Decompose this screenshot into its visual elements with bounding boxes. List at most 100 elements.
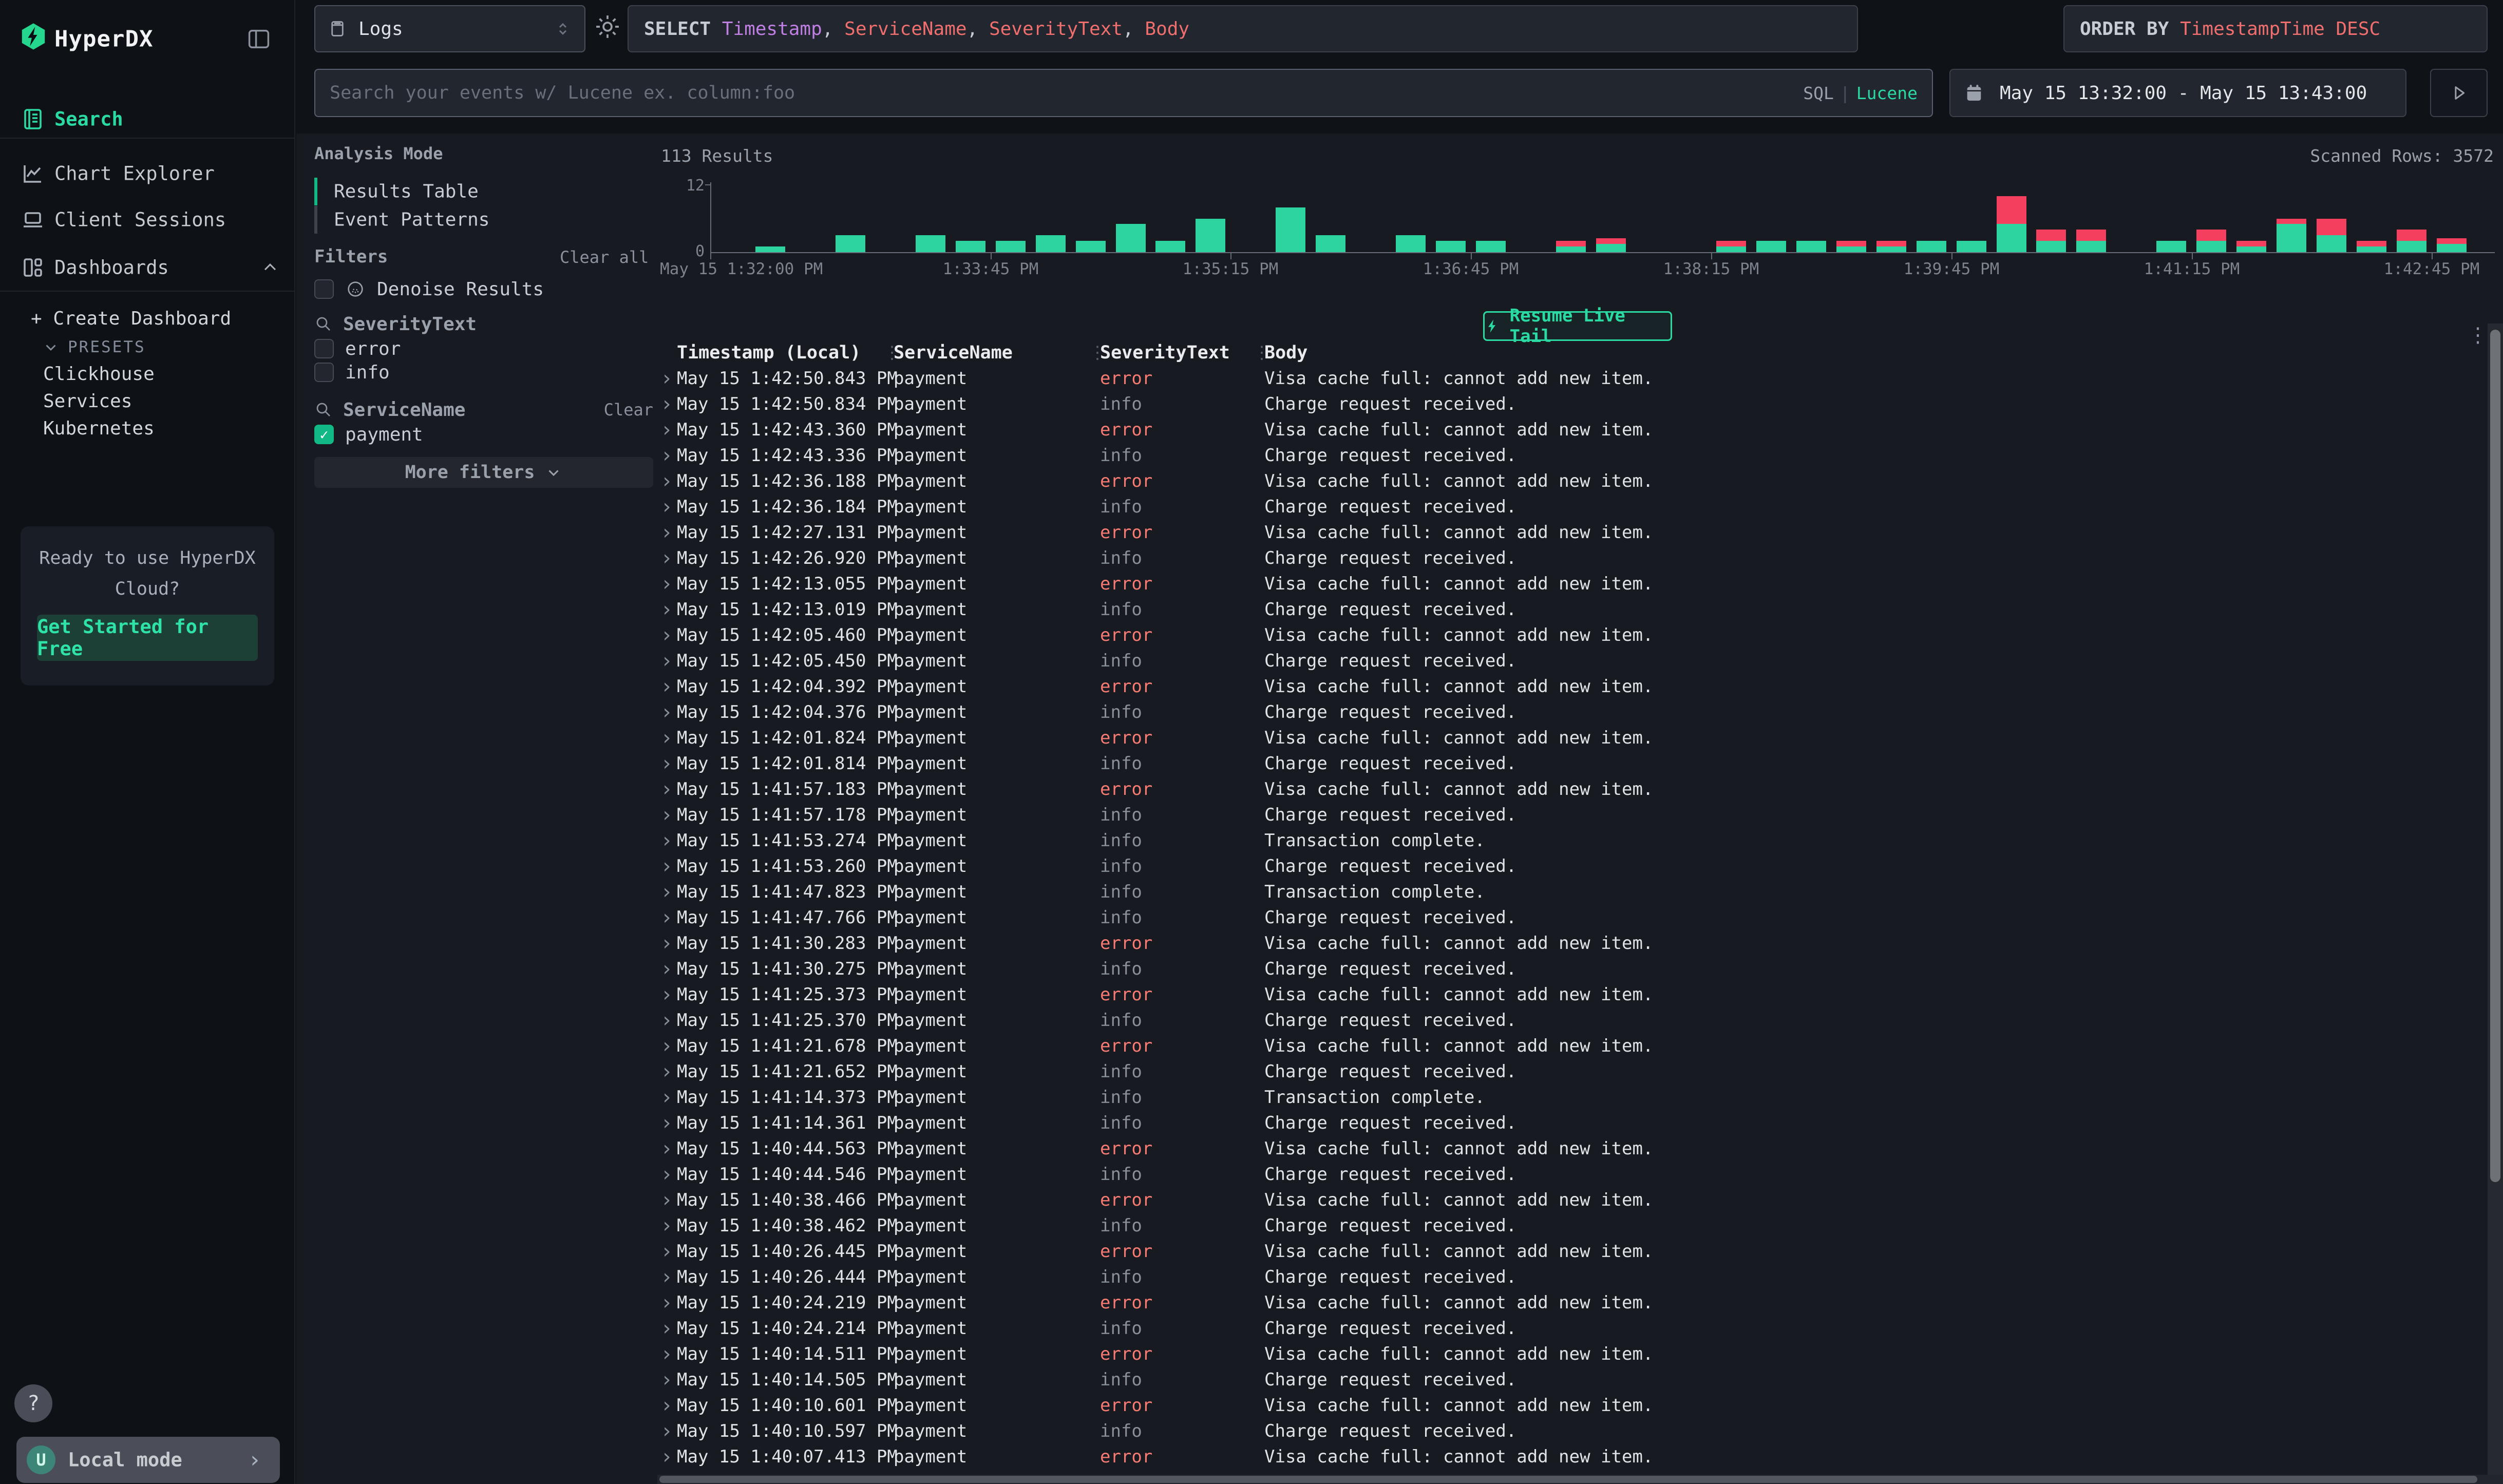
sidebar-preset-kubernetes[interactable]: Kubernetes (0, 415, 295, 442)
row-expander-icon[interactable]: › (660, 367, 673, 390)
row-expander-icon[interactable]: › (660, 418, 673, 442)
table-row[interactable]: ›May 15 1:42:27.131 PMpaymenterrorVisa c… (657, 520, 2486, 545)
row-expander-icon[interactable]: › (660, 1137, 673, 1160)
histogram-bar-green[interactable] (2437, 244, 2467, 252)
table-row[interactable]: ›May 15 1:40:26.444 PMpaymentinfoCharge … (657, 1264, 2486, 1290)
histogram-bar-red[interactable] (1997, 196, 2026, 224)
histogram-bar-red[interactable] (2317, 219, 2346, 236)
table-row[interactable]: ›May 15 1:40:07.413 PMpaymenterrorVisa c… (657, 1444, 2486, 1470)
table-row[interactable]: ›May 15 1:41:57.183 PMpaymenterrorVisa c… (657, 776, 2486, 802)
row-expander-icon[interactable]: › (660, 854, 673, 878)
row-expander-icon[interactable]: › (660, 777, 673, 801)
table-row[interactable]: ›May 15 1:42:05.460 PMpaymenterrorVisa c… (657, 622, 2486, 648)
table-row[interactable]: ›May 15 1:42:13.019 PMpaymentinfoCharge … (657, 597, 2486, 622)
help-button[interactable]: ? (14, 1384, 52, 1422)
mode-toggle-lucene[interactable]: Lucene (1856, 83, 1918, 103)
row-expander-icon[interactable]: › (660, 1214, 673, 1238)
histogram-bar-red[interactable] (2196, 230, 2226, 241)
row-expander-icon[interactable]: › (660, 983, 673, 1006)
histogram-bar-green[interactable] (996, 241, 1026, 252)
row-expander-icon[interactable]: › (660, 803, 673, 827)
table-options-kebab-icon[interactable]: ⋮ (2465, 324, 2491, 354)
histogram-bar-green[interactable] (1476, 241, 1506, 252)
histogram-bar-green[interactable] (1716, 246, 1746, 252)
row-expander-icon[interactable]: › (660, 1419, 673, 1443)
row-expander-icon[interactable]: › (660, 1086, 673, 1109)
table-row[interactable]: ›May 15 1:42:04.392 PMpaymenterrorVisa c… (657, 674, 2486, 699)
table-row[interactable]: ›May 15 1:40:44.546 PMpaymentinfoCharge … (657, 1162, 2486, 1187)
histogram-bar-green[interactable] (2196, 241, 2226, 252)
sidebar-collapse-icon[interactable] (245, 26, 272, 52)
row-expander-icon[interactable]: › (660, 829, 673, 852)
analysis-mode-results-table[interactable]: Results Table (314, 178, 643, 205)
vertical-scrollbar-thumb[interactable] (2490, 330, 2500, 1182)
histogram-bar-green[interactable] (1116, 224, 1146, 252)
table-row[interactable]: ›May 15 1:40:38.462 PMpaymentinfoCharge … (657, 1213, 2486, 1239)
histogram-bar-green[interactable] (1876, 246, 1906, 252)
table-row[interactable]: ›May 15 1:41:30.283 PMpaymenterrorVisa c… (657, 930, 2486, 956)
sidebar-item-dashboards[interactable]: Dashboards (0, 244, 295, 291)
create-dashboard-button[interactable]: + Create Dashboard (31, 306, 288, 332)
table-row[interactable]: ›May 15 1:40:14.511 PMpaymenterrorVisa c… (657, 1341, 2486, 1367)
row-expander-icon[interactable]: › (660, 880, 673, 904)
table-row[interactable]: ›May 15 1:41:25.370 PMpaymentinfoCharge … (657, 1007, 2486, 1033)
table-row[interactable]: ›May 15 1:41:25.373 PMpaymenterrorVisa c… (657, 982, 2486, 1007)
table-row[interactable]: ›May 15 1:42:01.824 PMpaymenterrorVisa c… (657, 725, 2486, 751)
sidebar-item-client-sessions[interactable]: Client Sessions (0, 196, 295, 243)
histogram-bar-red[interactable] (2397, 230, 2426, 241)
histogram-bar-green[interactable] (2397, 241, 2426, 252)
table-row[interactable]: ›May 15 1:42:36.184 PMpaymentinfoCharge … (657, 494, 2486, 520)
histogram-bar-green[interactable] (2156, 241, 2186, 252)
filter-group-clear-link[interactable]: Clear (604, 400, 653, 420)
row-expander-icon[interactable]: › (660, 649, 673, 673)
table-row[interactable]: ›May 15 1:41:21.652 PMpaymentinfoCharge … (657, 1059, 2486, 1085)
row-expander-icon[interactable]: › (660, 444, 673, 467)
table-row[interactable]: ›May 15 1:40:10.601 PMpaymenterrorVisa c… (657, 1393, 2486, 1418)
histogram-bar-red[interactable] (1596, 238, 1626, 244)
order-by-input[interactable]: ORDER BY TimestampTime DESC (2063, 5, 2488, 52)
histogram-bar-red[interactable] (1556, 241, 1586, 246)
error-checkbox[interactable] (314, 339, 334, 358)
histogram-bar-red[interactable] (2277, 219, 2306, 224)
histogram-bar-red[interactable] (2236, 241, 2266, 246)
row-expander-icon[interactable]: › (660, 700, 673, 724)
histogram-bar-red[interactable] (2036, 230, 2066, 241)
row-expander-icon[interactable]: › (660, 1188, 673, 1212)
histogram-bar-red[interactable] (1876, 241, 1906, 246)
table-row[interactable]: ›May 15 1:40:38.466 PMpaymenterrorVisa c… (657, 1187, 2486, 1213)
row-expander-icon[interactable]: › (660, 906, 673, 929)
histogram-bar-red[interactable] (1716, 241, 1746, 246)
table-row[interactable]: ›May 15 1:42:26.920 PMpaymentinfoCharge … (657, 545, 2486, 571)
histogram-bar-green[interactable] (2277, 224, 2306, 252)
row-expander-icon[interactable]: › (660, 1291, 673, 1315)
row-expander-icon[interactable]: › (660, 1368, 673, 1392)
row-expander-icon[interactable]: › (660, 572, 673, 596)
table-row[interactable]: ›May 15 1:41:47.823 PMpaymentinfoTransac… (657, 879, 2486, 905)
table-row[interactable]: ›May 15 1:42:43.360 PMpaymenterrorVisa c… (657, 417, 2486, 443)
table-row[interactable]: ›May 15 1:42:04.376 PMpaymentinfoCharge … (657, 699, 2486, 725)
table-row[interactable]: ›May 15 1:40:44.563 PMpaymenterrorVisa c… (657, 1136, 2486, 1162)
table-row[interactable]: ›May 15 1:42:13.055 PMpaymenterrorVisa c… (657, 571, 2486, 597)
histogram-bar-green[interactable] (2076, 241, 2106, 252)
row-expander-icon[interactable]: › (660, 1265, 673, 1289)
row-expander-icon[interactable]: › (660, 726, 673, 750)
payment-checkbox[interactable]: ✓ (314, 425, 334, 444)
row-expander-icon[interactable]: › (660, 1317, 673, 1340)
table-row[interactable]: ›May 15 1:42:36.188 PMpaymenterrorVisa c… (657, 468, 2486, 494)
histogram-bar-green[interactable] (1957, 241, 1986, 252)
table-row[interactable]: ›May 15 1:41:47.766 PMpaymentinfoCharge … (657, 905, 2486, 930)
row-expander-icon[interactable]: › (660, 598, 673, 621)
table-row[interactable]: ›May 15 1:42:50.834 PMpaymentinfoCharge … (657, 391, 2486, 417)
histogram-bar-green[interactable] (1917, 241, 1946, 252)
histogram-bar-green[interactable] (1997, 224, 2026, 252)
row-expander-icon[interactable]: › (660, 546, 673, 570)
horizontal-scrollbar-thumb[interactable] (659, 1476, 2477, 1483)
more-filters-button[interactable]: More filters (314, 457, 653, 488)
table-row[interactable]: ›May 15 1:40:24.214 PMpaymentinfoCharge … (657, 1316, 2486, 1341)
histogram-bar-green[interactable] (1316, 235, 1345, 252)
table-row[interactable]: ›May 15 1:41:57.178 PMpaymentinfoCharge … (657, 802, 2486, 828)
histogram-bar-green[interactable] (1155, 241, 1185, 252)
table-row[interactable]: ›May 15 1:41:30.275 PMpaymentinfoCharge … (657, 956, 2486, 982)
row-expander-icon[interactable]: › (660, 1445, 673, 1469)
local-mode-button[interactable]: U Local mode › (16, 1437, 280, 1483)
